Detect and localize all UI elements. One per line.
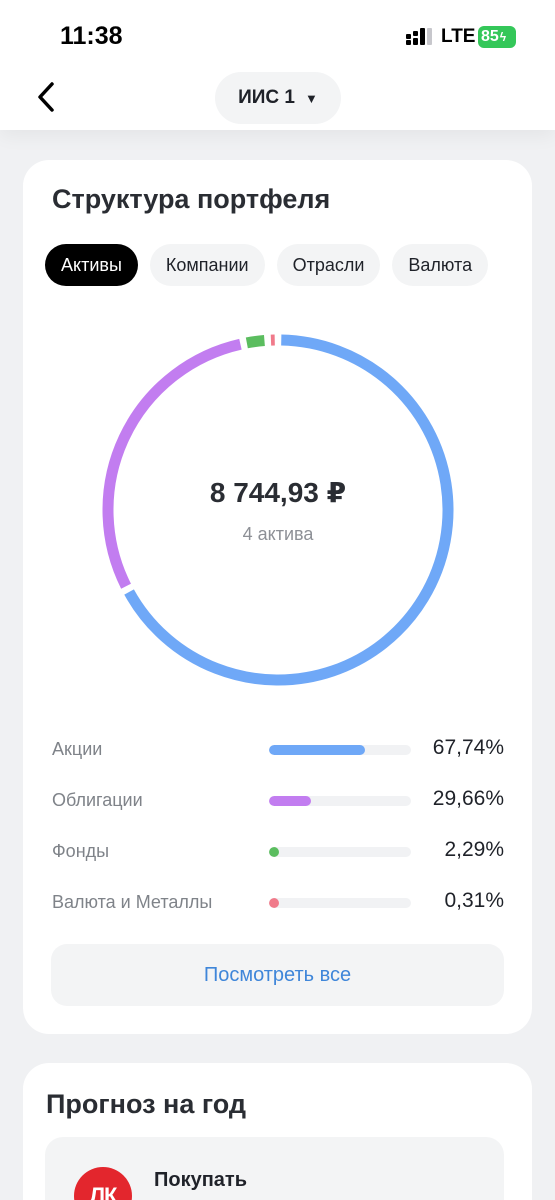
row-label: Акции <box>52 739 103 759</box>
cellular-signal-icon <box>406 28 432 45</box>
tab-industries[interactable]: Отрасли <box>276 244 381 286</box>
company-logo: ЛК <box>74 1167 132 1200</box>
account-name: ИИС 1 <box>238 87 295 108</box>
battery-level: 85 <box>481 28 499 45</box>
status-time: 11:38 <box>60 22 123 50</box>
recommendation-label: Покупать <box>154 1169 248 1191</box>
tab-companies[interactable]: Компании <box>149 244 265 286</box>
top-bar: 11:38 LTE 85 ϟ ИИС 1 ▼ <box>0 0 555 130</box>
account-selector[interactable]: ИИС 1 ▼ <box>215 72 341 124</box>
row-percent: 67,74% <box>432 736 504 759</box>
donut-segment-bonds <box>102 338 242 589</box>
tab-bar: Активы Компании Отрасли Валюта <box>45 244 489 288</box>
tab-assets[interactable]: Активы <box>45 244 138 286</box>
portfolio-structure-card: Структура портфеля Активы Компании Отрас… <box>23 160 532 1034</box>
forecast-title: Прогноз на год <box>46 1089 246 1119</box>
assets-count: 4 актива <box>242 524 314 544</box>
progress-track <box>269 898 411 908</box>
progress-track <box>269 847 411 857</box>
row-label: Фонды <box>52 841 110 861</box>
card-title: Структура портфеля <box>52 184 331 214</box>
allocation-row-bonds[interactable]: Облигации 29,66% <box>52 786 504 816</box>
see-all-button[interactable]: Посмотреть все <box>51 944 504 1006</box>
triangle-down-icon: ▼ <box>305 90 318 106</box>
bolt-icon: ϟ <box>499 30 507 44</box>
chevron-left-icon <box>38 82 54 112</box>
back-button[interactable] <box>30 80 62 114</box>
allocation-donut-chart <box>102 334 454 686</box>
progress-fill <box>269 745 366 755</box>
allocation-row-stocks[interactable]: Акции 67,74% <box>52 735 504 765</box>
allocation-row-currency-metals[interactable]: Валюта и Металлы 0,31% <box>52 888 504 918</box>
battery-charging-icon: 85 ϟ <box>478 26 516 48</box>
tab-currency[interactable]: Валюта <box>392 244 489 286</box>
allocation-row-funds[interactable]: Фонды 2,29% <box>52 837 504 867</box>
progress-fill <box>269 847 279 857</box>
forecast-card: Прогноз на год ЛК Покупать <box>23 1063 532 1200</box>
row-percent: 2,29% <box>444 838 504 861</box>
portfolio-total: 8 744,93 ₽ <box>209 477 347 508</box>
row-percent: 29,66% <box>432 787 504 810</box>
progress-fill <box>269 898 279 908</box>
donut-segment-funds <box>245 335 265 349</box>
row-label: Облигации <box>52 790 143 810</box>
donut-segment-stocks <box>124 334 454 686</box>
progress-track <box>269 745 411 755</box>
progress-fill <box>269 796 312 806</box>
network-type: LTE <box>441 26 476 47</box>
progress-track <box>269 796 411 806</box>
row-label: Валюта и Металлы <box>52 892 213 912</box>
forecast-item[interactable]: ЛК Покупать <box>45 1137 504 1200</box>
row-percent: 0,31% <box>444 889 504 912</box>
